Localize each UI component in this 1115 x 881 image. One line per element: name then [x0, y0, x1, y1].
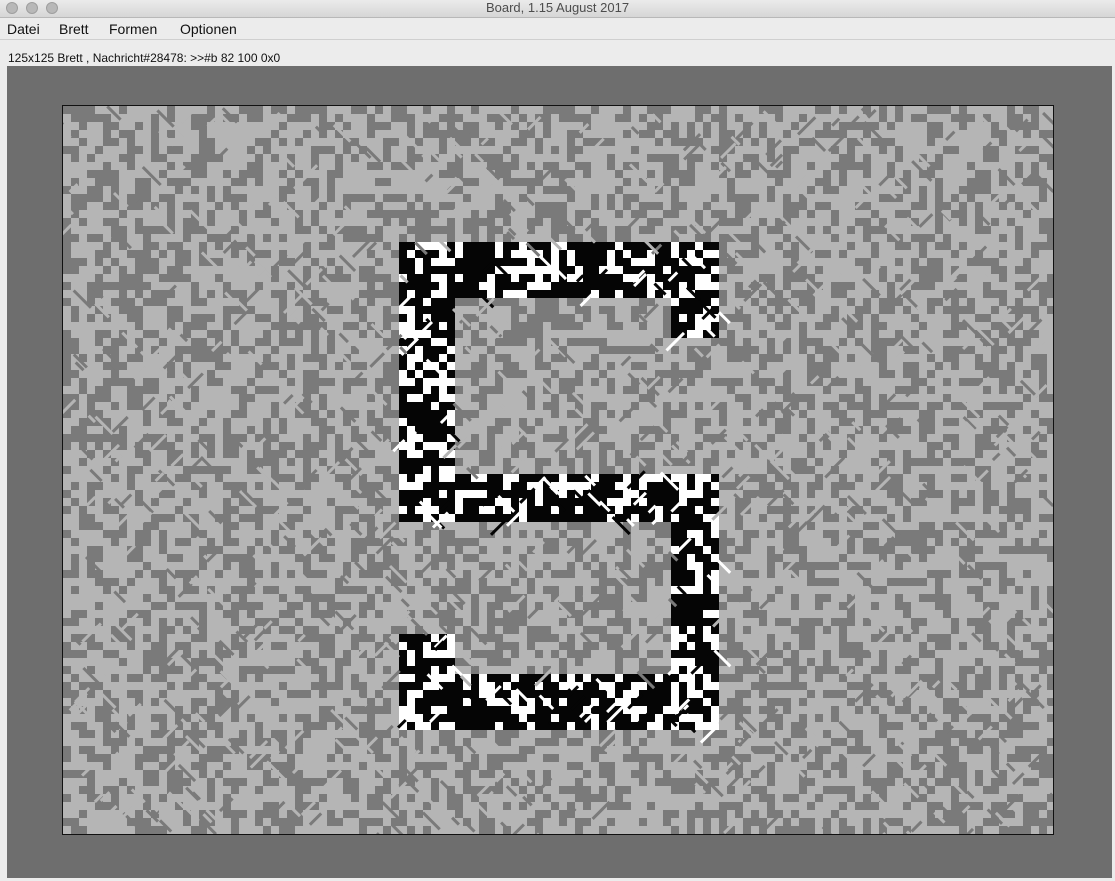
board-area	[7, 66, 1112, 878]
board-grid	[63, 106, 1053, 834]
window-title: Board, 1.15 August 2017	[485, 0, 630, 15]
board-canvas[interactable]	[62, 105, 1054, 835]
menu-optionen[interactable]: Optionen	[180, 20, 237, 38]
menu-datei[interactable]: Datei	[7, 20, 40, 38]
menu-formen[interactable]: Formen	[109, 20, 157, 38]
status-message: 125x125 Brett , Nachricht#28478: >>#b 82…	[8, 51, 281, 65]
menu-brett[interactable]: Brett	[59, 20, 89, 38]
title-bar: Board, 1.15 August 2017	[0, 0, 1115, 18]
menu-bar: Datei Brett Formen Optionen	[0, 18, 1115, 40]
